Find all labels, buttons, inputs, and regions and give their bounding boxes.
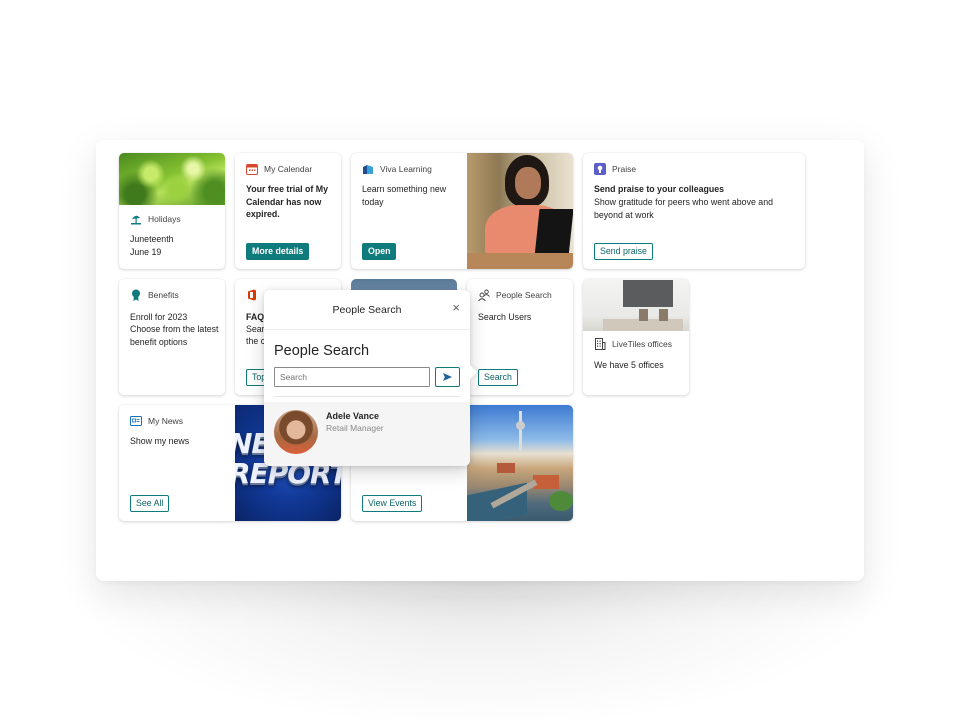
benefits-header: Benefits [130,289,179,301]
offices-card: LiveTiles offices We have 5 offices [583,279,689,395]
calendar-label: My Calendar [264,164,313,174]
leaves-image [119,153,225,205]
people-search-title: Search Users [478,312,532,322]
praise-title: Send praise to your colleagues [594,184,725,194]
offices-label: LiveTiles offices [612,339,672,349]
meeting-room-image [583,279,689,331]
people-search-card: People Search Search Users Search [467,279,573,395]
news-label: My News [148,416,183,426]
viva-message: Learn something new today [362,184,447,207]
more-details-button[interactable]: More details [246,243,310,260]
benefits-card: Benefits Enroll for 2023 Choose from the… [119,279,225,395]
building-icon [594,338,606,350]
news-icon [130,415,142,427]
offices-count: We have 5 offices [594,360,664,370]
holidays-label: Holidays [148,214,181,224]
backdrop-shadow [90,560,870,720]
holidays-header: Holidays [130,213,181,225]
calendar-card: My Calendar Your free trial of My Calend… [235,153,341,269]
person-name: Adele Vance [326,411,380,421]
faqs-description-2: the c [246,336,266,346]
calendar-header: My Calendar [246,163,312,175]
news-header: My News [130,415,183,427]
faqs-header [246,289,258,301]
popup-divider [274,396,460,397]
people-search-popup: People Search × People Search Adele Vanc… [264,290,478,466]
calendar-message: Your free trial of My Calendar has now e… [246,184,328,219]
praise-label: Praise [612,164,637,174]
send-icon [443,368,452,386]
search-submit-button[interactable] [435,367,460,387]
benefits-title: Enroll for 2023 [130,312,188,322]
city-skyline-image [467,405,573,521]
people-search-header: People Search [478,289,552,302]
woman-with-laptop-image [467,153,573,269]
people-search-label: People Search [496,290,552,300]
people-search-input[interactable] [274,367,430,387]
open-button[interactable]: Open [362,243,397,260]
view-events-button[interactable]: View Events [362,495,423,512]
person-result[interactable]: Adele Vance Retail Manager [264,402,470,466]
person-role: Retail Manager [326,423,384,433]
search-users-button[interactable]: Search [478,369,518,386]
praise-card: Praise Send praise to your colleagues Sh… [583,153,805,269]
popup-header: People Search × [264,290,470,330]
news-title: Show my news [130,436,190,446]
dashboard-canvas: Holidays Juneteenth June 19 My Calendar … [96,140,864,581]
viva-header: Viva Learning [362,163,432,175]
holiday-name: Juneteenth [130,234,174,244]
popup-heading: People Search [274,343,370,359]
close-icon[interactable]: × [452,301,460,315]
benefits-label: Benefits [148,290,179,300]
praise-header: Praise [594,163,636,175]
see-all-button[interactable]: See All [130,495,170,512]
calendar-icon [246,163,258,175]
holiday-date: June 19 [130,247,162,257]
holidays-card[interactable]: Holidays Juneteenth June 19 [119,153,225,269]
avatar [274,410,318,454]
praise-description: Show gratitude for peers who went above … [594,197,773,220]
viva-learning-icon [362,163,374,175]
benefits-description: Choose from the latest benefit options [130,324,219,347]
praise-badge-icon [594,163,606,175]
people-icon [478,289,490,302]
viva-learning-card: Viva Learning Learn something new today … [351,153,573,269]
viva-label: Viva Learning [380,164,432,174]
send-praise-button[interactable]: Send praise [594,243,653,260]
office-icon [246,289,258,301]
offices-header: LiveTiles offices [594,338,672,350]
faqs-description: Sear [246,324,265,334]
popup-title: People Search [332,304,402,316]
ribbon-award-icon [130,289,142,301]
beach-umbrella-icon [130,213,142,225]
